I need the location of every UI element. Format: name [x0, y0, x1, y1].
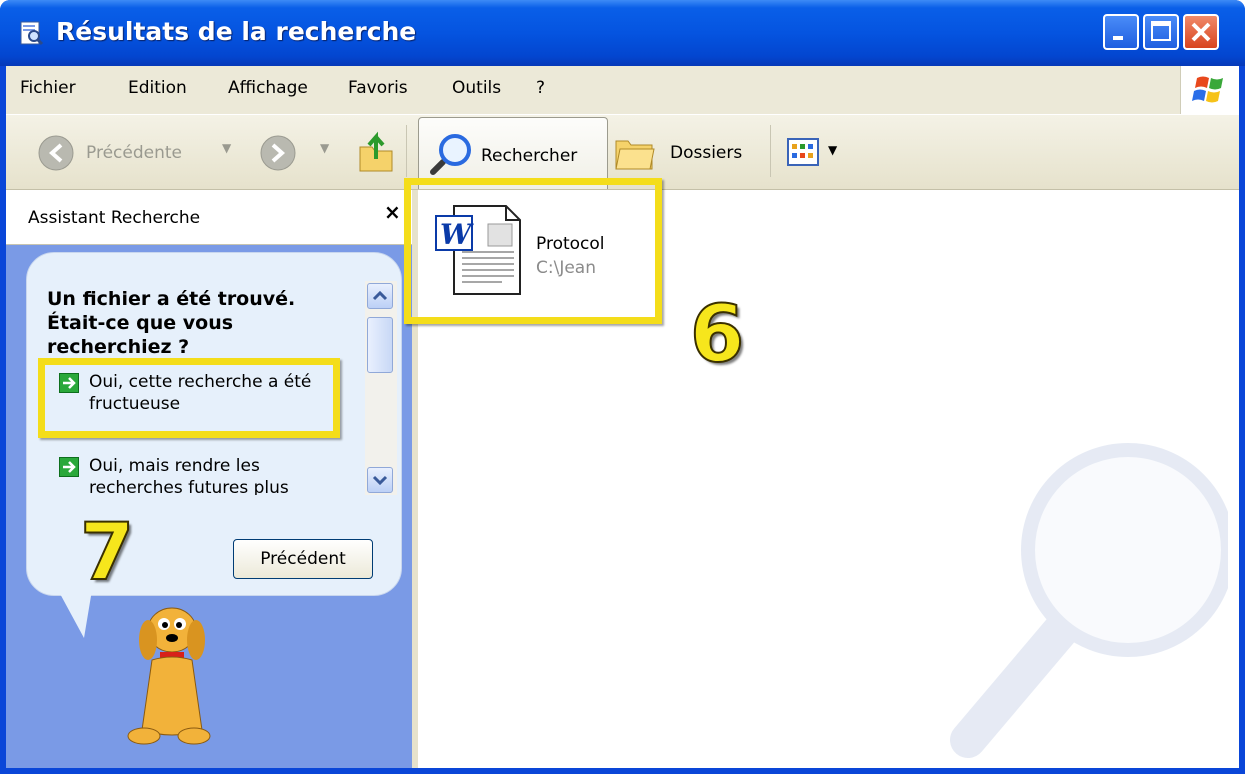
views-icon [787, 138, 819, 166]
folders-label: Dossiers [670, 143, 743, 163]
minimize-icon [1113, 36, 1123, 40]
up-folder-icon [359, 131, 393, 172]
option-refine-label: Oui, mais rendre les recherches futures … [89, 456, 289, 495]
back-arrow-icon [38, 135, 74, 171]
annotation-marker-7: 7 [79, 507, 135, 599]
up-folder-button[interactable] [356, 129, 396, 175]
previous-button[interactable]: Précédent [233, 539, 373, 579]
minimize-button[interactable] [1103, 14, 1139, 50]
menu-edition[interactable]: Edition [128, 78, 187, 98]
highlight-box-6 [404, 178, 662, 324]
toolbar-separator [406, 125, 407, 177]
forward-arrow-icon [260, 135, 296, 171]
menu-outils[interactable]: Outils [452, 78, 501, 98]
search-label: Rechercher [481, 146, 578, 166]
explorer-window: Résultats de la recherche Fichier Editio… [0, 0, 1245, 774]
forward-dropdown-icon[interactable]: ▼ [320, 141, 329, 155]
assistant-close-icon[interactable]: × [384, 200, 401, 224]
magnifier-watermark-icon [950, 443, 1228, 758]
search-assistant-pane: Assistant Recherche × Un fichier a été t… [6, 190, 412, 768]
window-icon [18, 20, 44, 46]
menu-affichage[interactable]: Affichage [228, 78, 308, 98]
menu-favoris[interactable]: Favoris [348, 78, 408, 98]
window-bottom-border [0, 768, 1245, 774]
assistant-scrollbar[interactable] [365, 281, 397, 495]
windows-logo-icon [1180, 66, 1239, 114]
maximize-button[interactable] [1143, 14, 1179, 50]
annotation-marker-6: 6 [689, 289, 745, 381]
assistant-header: Assistant Recherche × [6, 190, 412, 245]
menu-help[interactable]: ? [536, 78, 545, 98]
scroll-down-icon[interactable] [367, 467, 393, 493]
maximize-icon [1151, 21, 1171, 41]
option-refine[interactable]: Oui, mais rendre les recherches futures … [59, 455, 319, 495]
toolbar-separator [770, 125, 771, 177]
views-dropdown-icon[interactable]: ▼ [828, 143, 837, 157]
back-button[interactable]: Précédente ▼ [36, 133, 240, 173]
assistant-heading: Un fichier a été trouvé. Était-ce que vo… [47, 288, 296, 358]
search-icon [430, 134, 471, 175]
forward-button[interactable]: ▼ [258, 133, 338, 173]
close-button[interactable] [1183, 14, 1219, 50]
scroll-up-icon[interactable] [367, 283, 393, 309]
window-title: Résultats de la recherche [56, 17, 417, 46]
arrow-right-icon [59, 457, 79, 477]
title-bar[interactable]: Résultats de la recherche [0, 0, 1245, 66]
folders-button[interactable]: Dossiers [612, 129, 764, 177]
menu-fichier[interactable]: Fichier [20, 78, 76, 98]
assistant-title: Assistant Recherche [28, 208, 201, 228]
views-button[interactable]: ▼ [786, 137, 848, 171]
back-dropdown-icon[interactable]: ▼ [222, 141, 231, 155]
dog-assistant-icon[interactable] [122, 600, 232, 760]
close-icon [1191, 22, 1211, 42]
highlight-box-7 [38, 358, 340, 438]
menu-bar: Fichier Edition Affichage Favoris Outils… [6, 66, 1239, 115]
folders-icon [615, 140, 655, 170]
back-label: Précédente [86, 143, 182, 163]
bubble-tail [58, 590, 92, 638]
scroll-thumb[interactable] [367, 317, 393, 373]
